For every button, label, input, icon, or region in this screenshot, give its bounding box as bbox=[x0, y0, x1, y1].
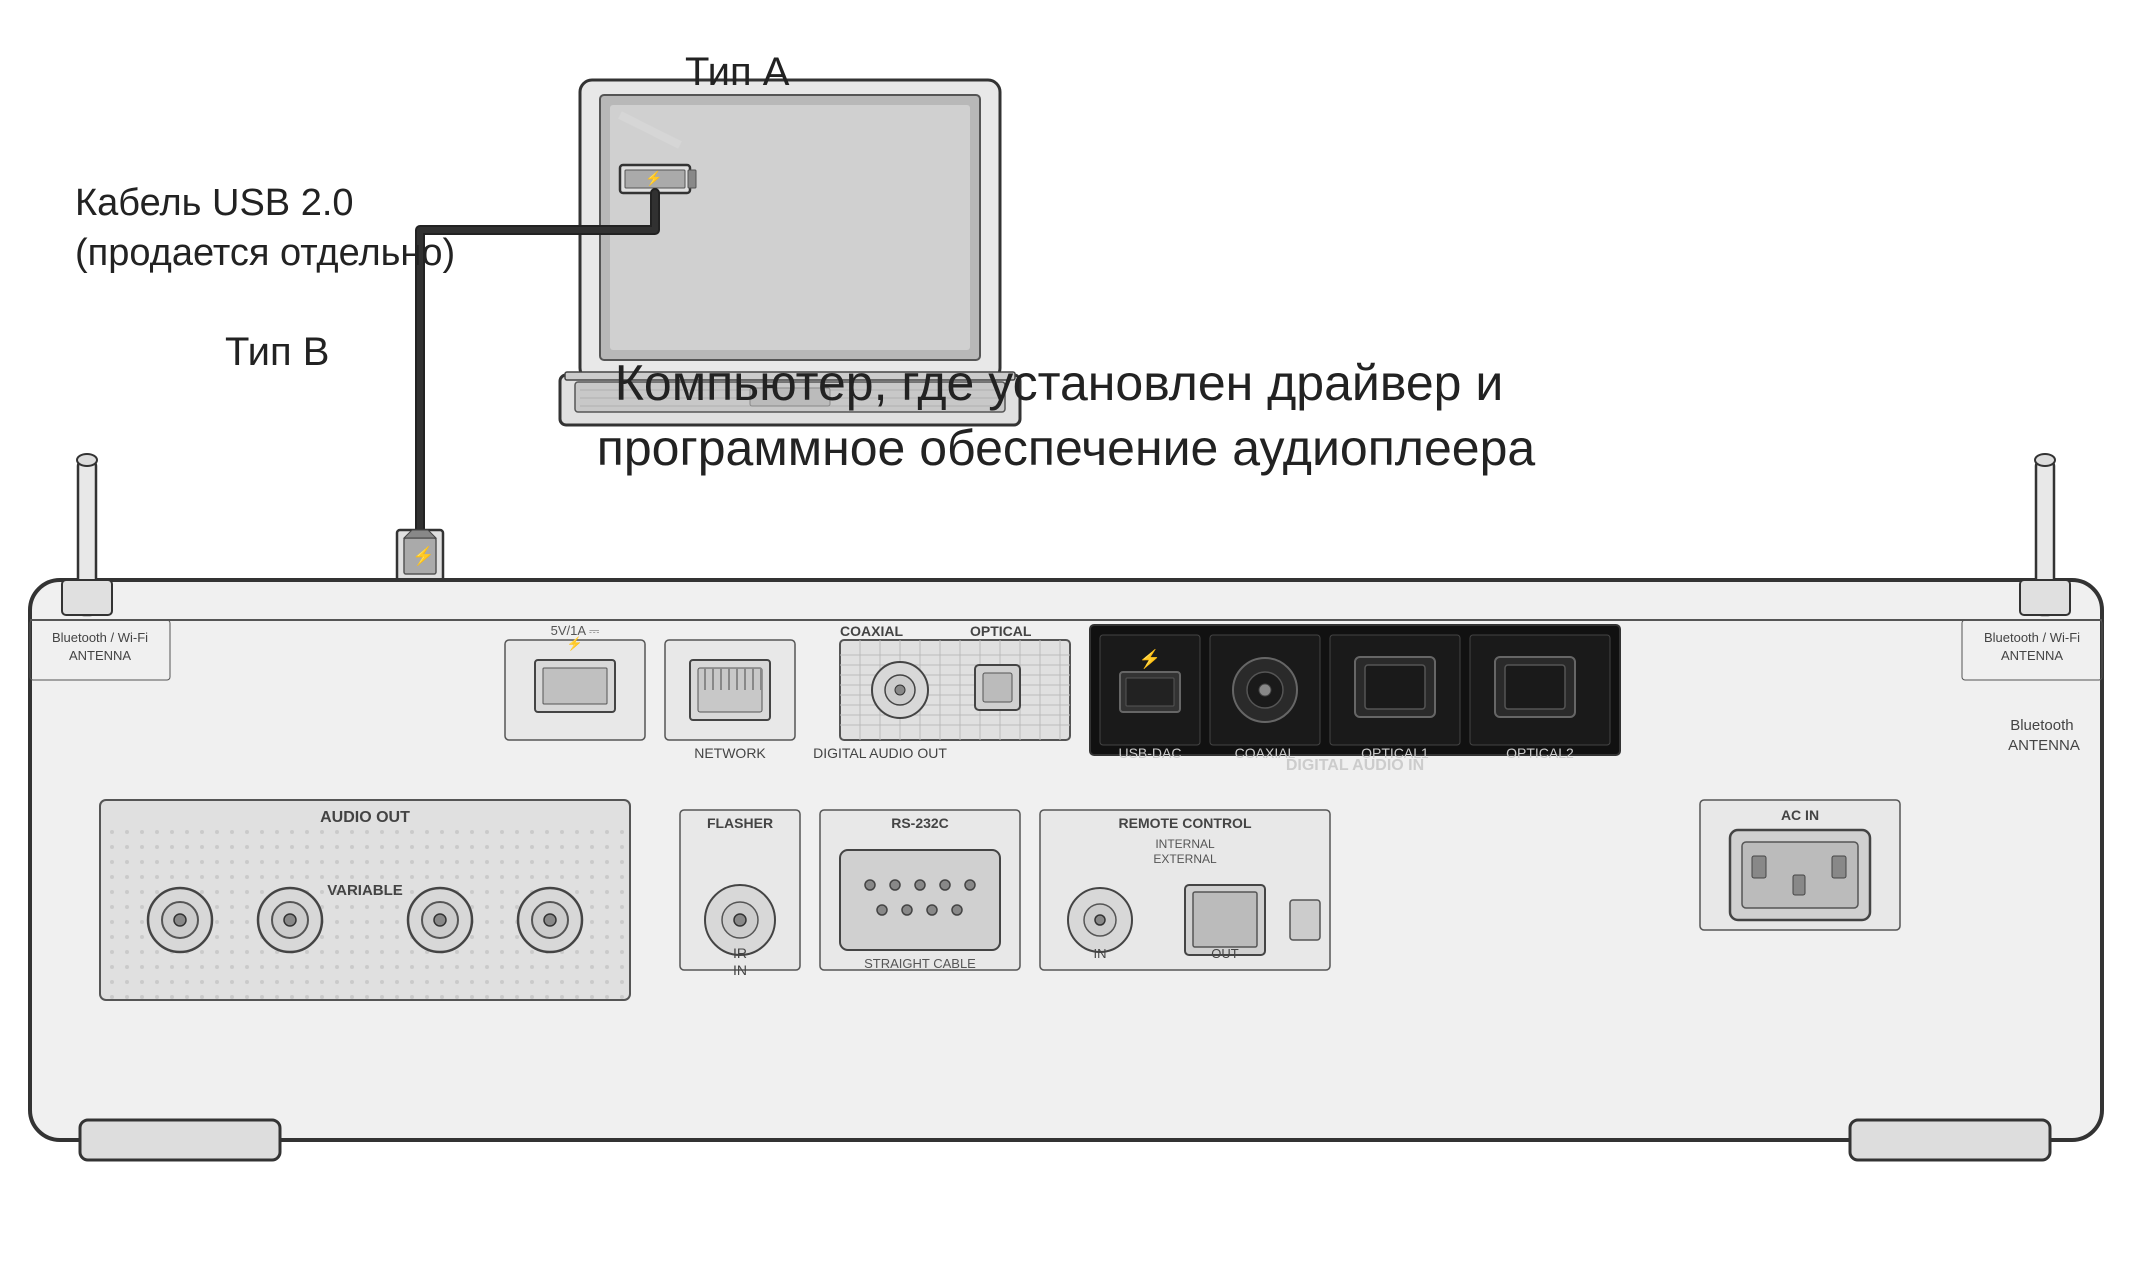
flasher-ir-in: FLASHER IR IN bbox=[680, 810, 800, 978]
label-type-b: Тип В bbox=[225, 330, 329, 374]
svg-text:AC IN: AC IN bbox=[1781, 807, 1819, 823]
svg-text:FLASHER: FLASHER bbox=[707, 815, 773, 831]
svg-text:OUT: OUT bbox=[1211, 946, 1239, 961]
svg-text:⚡: ⚡ bbox=[412, 545, 434, 567]
audio-out-section: AUDIO OUT VARIABLE bbox=[100, 800, 630, 1000]
svg-text:⚡: ⚡ bbox=[645, 170, 662, 187]
svg-text:Bluetooth / Wi-Fi: Bluetooth / Wi-Fi bbox=[1984, 630, 2080, 645]
svg-text:DIGITAL AUDIO OUT: DIGITAL AUDIO OUT bbox=[813, 745, 947, 761]
svg-text:STRAIGHT CABLE: STRAIGHT CABLE bbox=[864, 956, 976, 971]
svg-text:IN: IN bbox=[733, 962, 747, 978]
svg-text:⚡: ⚡ bbox=[567, 636, 583, 652]
svg-text:DIGITAL AUDIO IN: DIGITAL AUDIO IN bbox=[1286, 757, 1424, 774]
svg-text:IR: IR bbox=[733, 945, 747, 961]
rs232c-port: RS-232C STRAIGHT CABLE bbox=[820, 810, 1020, 971]
svg-text:AUDIO OUT: AUDIO OUT bbox=[320, 809, 410, 826]
diagram-svg: ⚡ ⚡ bbox=[0, 0, 2132, 1271]
main-device: Bluetooth / Wi-Fi ANTENNA Bluetooth / Wi… bbox=[30, 454, 2102, 1160]
svg-text:ANTENNA: ANTENNA bbox=[69, 648, 131, 663]
label-type-a: Тип А bbox=[685, 50, 790, 94]
svg-text:REMOTE CONTROL: REMOTE CONTROL bbox=[1119, 815, 1252, 831]
digital-audio-out-area: COAXIAL OPTICAL DIGITAL AUDIO OUT bbox=[813, 623, 1070, 761]
main-container: ⚡ ⚡ bbox=[0, 0, 2132, 1271]
usb-type-a-connector: ⚡ bbox=[620, 165, 696, 193]
svg-text:INTERNAL: INTERNAL bbox=[1155, 837, 1215, 851]
svg-text:NETWORK: NETWORK bbox=[694, 745, 766, 761]
svg-text:⚡: ⚡ bbox=[1139, 648, 1161, 670]
svg-text:VARIABLE: VARIABLE bbox=[327, 882, 403, 899]
usb-type-b-connector: ⚡ bbox=[397, 530, 443, 582]
label-usb-cable: Кабель USB 2.0 (продается отдельно) bbox=[75, 182, 455, 274]
svg-text:COAXIAL: COAXIAL bbox=[840, 623, 903, 639]
svg-text:OPTICAL: OPTICAL bbox=[970, 623, 1032, 639]
svg-text:EXTERNAL: EXTERNAL bbox=[1153, 852, 1217, 866]
svg-text:OPTICAL2: OPTICAL2 bbox=[1506, 745, 1574, 761]
svg-text:USB-DAC: USB-DAC bbox=[1118, 745, 1181, 761]
svg-text:ANTENNA: ANTENNA bbox=[2001, 648, 2063, 663]
svg-text:RS-232C: RS-232C bbox=[891, 815, 949, 831]
remote-control-section: REMOTE CONTROL INTERNAL EXTERNAL IN OUT bbox=[1040, 810, 1330, 970]
svg-text:IN: IN bbox=[1094, 946, 1107, 961]
svg-text:Bluetooth / Wi-Fi: Bluetooth / Wi-Fi bbox=[52, 630, 148, 645]
ac-in-section: AC IN bbox=[1700, 800, 1900, 930]
digital-audio-in-area: ⚡ USB-DAC COAXIAL OPTICAL1 bbox=[1090, 625, 1620, 774]
usb-power-port: 5V/1A ⎓ ⚡ bbox=[505, 623, 645, 740]
